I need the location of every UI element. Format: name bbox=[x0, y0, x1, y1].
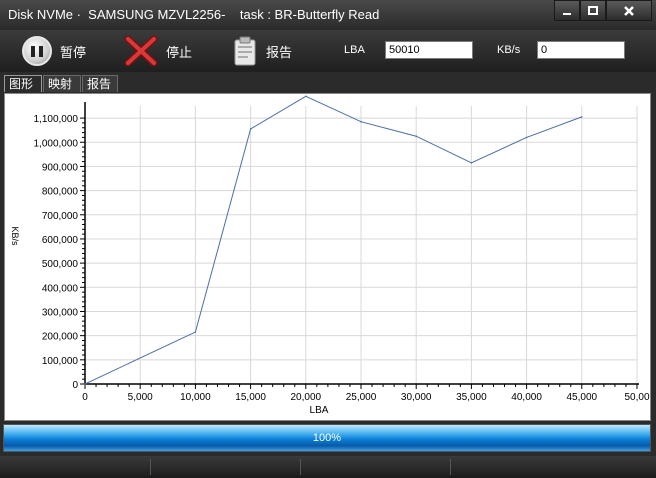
pause-label: 暂停 bbox=[60, 45, 87, 61]
window-title: Disk NVMe · SAMSUNG MZVL2256- task : BR-… bbox=[8, 7, 380, 22]
clipboard-icon bbox=[234, 36, 256, 66]
tab-map[interactable]: 映射 bbox=[43, 75, 81, 92]
title-bar: Disk NVMe · SAMSUNG MZVL2256- task : BR-… bbox=[0, 0, 656, 30]
kbs-label: KB/s bbox=[497, 44, 521, 56]
report-button[interactable]: 报告 bbox=[234, 34, 292, 68]
x-tick-label: 0 bbox=[82, 392, 88, 403]
x-tick-label: 40,000 bbox=[511, 392, 542, 403]
x-tick-label: 45,000 bbox=[567, 392, 598, 403]
data-point bbox=[360, 120, 362, 123]
y-tick-label: 900,000 bbox=[42, 162, 79, 173]
lba-field[interactable]: 50010 bbox=[385, 41, 473, 59]
y-tick-label: 100,000 bbox=[42, 356, 79, 367]
tab-report[interactable]: 报告 bbox=[82, 75, 118, 92]
data-point bbox=[415, 135, 418, 138]
x-tick-label: 50,00 bbox=[624, 392, 649, 403]
report-label: 报告 bbox=[266, 45, 293, 61]
x-tick-label: 5,000 bbox=[128, 392, 153, 403]
y-tick-label: 1,100,000 bbox=[34, 114, 79, 125]
x-tick-label: 10,000 bbox=[180, 392, 211, 403]
y-tick-label: 1,000,000 bbox=[34, 138, 79, 149]
throughput-chart: 0 5,000 10,000 15,000 20,000 25,000 30,000 35,0… bbox=[10, 95, 650, 416]
data-point bbox=[249, 128, 252, 130]
lba-label: LBA bbox=[344, 44, 365, 56]
chart-panel: 0 5,000 10,000 15,000 20,000 25,000 30,000 35,0… bbox=[4, 93, 651, 421]
data-point bbox=[470, 162, 473, 164]
status-separator bbox=[450, 459, 451, 475]
close-button[interactable] bbox=[606, 0, 652, 21]
minimize-icon bbox=[563, 12, 571, 15]
data-point bbox=[84, 383, 86, 385]
close-icon bbox=[624, 5, 634, 16]
maximize-icon bbox=[588, 5, 598, 15]
x-tick-label: 35,000 bbox=[456, 392, 487, 403]
y-tick-label: 200,000 bbox=[42, 332, 79, 343]
data-point bbox=[525, 136, 528, 139]
series-line bbox=[84, 95, 582, 385]
x-tick-label: 30,000 bbox=[401, 392, 432, 403]
maximize-button[interactable] bbox=[580, 0, 606, 21]
minimize-button[interactable] bbox=[554, 0, 580, 21]
y-tick-label: 700,000 bbox=[42, 211, 79, 222]
progress-bar: 100% bbox=[3, 424, 651, 452]
status-bar bbox=[0, 456, 656, 478]
pause-button[interactable]: 暂停 bbox=[22, 34, 86, 68]
status-separator bbox=[150, 459, 151, 475]
x-tick-label: 25,000 bbox=[346, 392, 377, 403]
y-tick-label: 600,000 bbox=[42, 235, 79, 246]
stop-label: 停止 bbox=[166, 45, 193, 61]
kbs-field[interactable]: 0 bbox=[537, 41, 625, 59]
window-controls bbox=[554, 0, 652, 21]
tab-bar: 图形 映射 报告 bbox=[0, 72, 656, 92]
y-axis-title: KB/s bbox=[10, 226, 20, 246]
y-tick-label: 0 bbox=[72, 380, 78, 391]
stop-x-icon bbox=[124, 36, 158, 66]
pause-icon bbox=[22, 36, 52, 66]
stop-button[interactable]: 停止 bbox=[124, 34, 192, 68]
data-point bbox=[194, 331, 197, 333]
y-tick-label: 500,000 bbox=[42, 259, 79, 270]
y-tick-label: 300,000 bbox=[42, 307, 79, 318]
tab-graph[interactable]: 图形 bbox=[4, 75, 42, 92]
data-point bbox=[305, 95, 307, 98]
toolbar: 暂停 停止 报告 LBA 50010 KB/s 0 bbox=[0, 30, 656, 72]
progress-label: 100% bbox=[312, 432, 342, 444]
status-separator bbox=[300, 459, 301, 475]
y-tick-label: 400,000 bbox=[42, 283, 79, 294]
data-point bbox=[581, 116, 583, 118]
x-tick-label: 20,000 bbox=[291, 392, 322, 403]
x-axis-title: LBA bbox=[310, 405, 329, 416]
y-tick-label: 800,000 bbox=[42, 187, 79, 198]
x-tick-label: 15,000 bbox=[235, 392, 266, 403]
